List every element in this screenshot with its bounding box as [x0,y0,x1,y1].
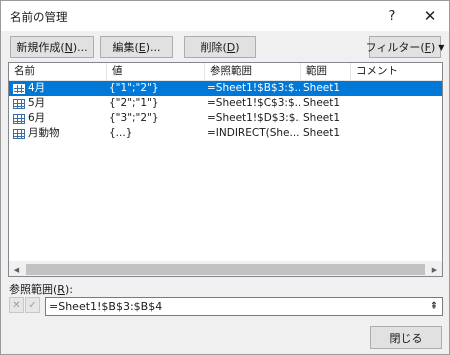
column-header-value[interactable]: 値 [107,63,205,81]
comment-cell [353,126,441,141]
value-cell: {...} [109,127,133,139]
refers-to-label: 参照範囲(R): [9,281,73,297]
new-button-suffix: )... [72,40,88,54]
column-header-comment[interactable]: コメント [351,63,442,81]
list-item[interactable]: 4月 {"1";"2"} =Sheet1!$B$3:$... Sheet1 [9,81,442,96]
dialog-title: 名前の管理 [10,10,68,24]
close-button[interactable]: 閉じる [370,326,442,349]
filter-button-label: フィルター( [365,41,425,54]
named-range-icon [13,98,25,109]
names-list[interactable]: 名前 値 参照範囲 範囲 コメント 4月 {"1";"2"} =Sheet1!$… [8,62,443,277]
value-cell: {"1";"2"} [109,82,159,94]
close-icon[interactable]: ✕ [413,1,447,31]
delete-button-label: 削除( [200,41,227,54]
name-text: 5月 [28,97,46,109]
refers-to-cell: =Sheet1!$C$3:$... [207,97,300,109]
new-button[interactable]: 新規作成(N)... [10,36,94,58]
refers-to-input[interactable] [45,297,443,316]
name-cell: 5月 [13,96,107,111]
edit-button-label: 編集( [112,41,139,54]
list-item[interactable]: 月動物 {...} =INDIRECT(She... Sheet1 [9,126,442,141]
new-button-accesskey: N [64,40,73,54]
name-cell: 4月 [13,81,107,96]
cancel-edit-icon[interactable]: ✕ [9,297,24,313]
column-header-name[interactable]: 名前 [9,63,107,81]
list-item[interactable]: 5月 {"2";"1"} =Sheet1!$C$3:$... Sheet1 [9,96,442,111]
confirm-edit-icon[interactable]: ✓ [25,297,40,313]
named-range-icon [13,113,25,124]
delete-button-suffix: ) [235,40,240,54]
scope-cell: Sheet1 [303,112,341,124]
named-range-icon [13,83,25,94]
name-text: 6月 [28,112,46,124]
collapse-dialog-icon[interactable]: ⇞ [427,299,441,314]
scope-cell: Sheet1 [303,127,341,139]
delete-button[interactable]: 削除(D) [184,36,256,58]
horizontal-scrollbar[interactable]: ◀ ▶ [9,261,442,276]
scroll-left-icon[interactable]: ◀ [9,262,24,277]
filter-button-suffix: ) [430,40,436,54]
comment-cell [353,81,441,96]
column-header-scope[interactable]: 範囲 [301,63,351,81]
refers-to-label-text: 参照範囲( [9,283,58,296]
value-cell: {"3";"2"} [109,112,159,124]
refers-to-cell: =Sheet1!$D$3:$... [207,112,300,124]
refers-to-accesskey: R [57,283,65,296]
name-manager-dialog: 名前の管理 ? ✕ 新規作成(N)... 編集(E)... 削除(D) フィルタ… [0,0,450,355]
edit-button-accesskey: E [138,40,146,54]
refers-to-cell: =Sheet1!$B$3:$... [207,82,300,94]
value-cell: {"2";"1"} [109,97,159,109]
scroll-right-icon[interactable]: ▶ [427,262,442,277]
refers-to-label-suffix: ): [64,283,73,296]
name-cell: 月動物 [13,126,107,141]
scope-cell: Sheet1 [303,82,341,94]
new-button-label: 新規作成( [16,41,65,54]
list-header: 名前 値 参照範囲 範囲 コメント [9,63,442,81]
column-header-refers-to[interactable]: 参照範囲 [205,63,301,81]
refers-to-cell: =INDIRECT(She... [207,127,300,139]
delete-button-accesskey: D [226,40,236,54]
comment-cell [353,96,441,111]
filter-button[interactable]: フィルター(F) ▼ [365,36,445,58]
dropdown-arrow-icon: ▼ [438,42,445,52]
scrollbar-thumb[interactable] [26,264,425,275]
named-range-icon [13,128,25,139]
edit-button-suffix: )... [145,40,161,54]
title-bar: 名前の管理 ? ✕ [1,1,449,31]
comment-cell [353,111,441,126]
name-text: 4月 [28,82,46,94]
scope-cell: Sheet1 [303,97,341,109]
edit-button[interactable]: 編集(E)... [100,36,173,58]
name-cell: 6月 [13,111,107,126]
name-text: 月動物 [28,127,60,139]
help-icon[interactable]: ? [375,1,409,31]
list-item[interactable]: 6月 {"3";"2"} =Sheet1!$D$3:$... Sheet1 [9,111,442,126]
